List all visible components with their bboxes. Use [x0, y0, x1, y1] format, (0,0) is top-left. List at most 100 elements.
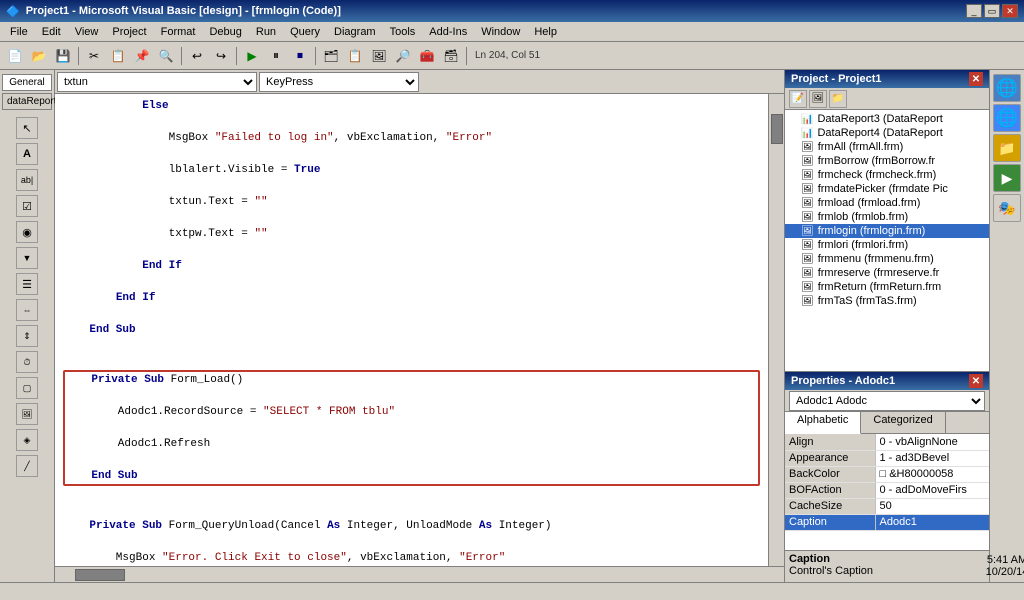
menu-run[interactable]: Run	[250, 25, 282, 39]
prop-value-caption[interactable]: Adodc1	[875, 514, 989, 530]
ie-icon[interactable]: 🌐	[993, 74, 1021, 102]
form-layout-button[interactable]: 🖼	[368, 45, 390, 67]
tool-timer[interactable]: ⏱	[16, 351, 38, 373]
prop-value-align[interactable]: 0 - vbAlignNone	[875, 434, 989, 450]
horizontal-scrollbar[interactable]	[55, 566, 784, 582]
object-dropdown[interactable]: txtun	[57, 72, 257, 92]
media-icon[interactable]: ▶	[993, 164, 1021, 192]
event-dropdown[interactable]: KeyPress	[259, 72, 419, 92]
menu-project[interactable]: Project	[106, 25, 152, 39]
tab-alphabetic[interactable]: Alphabetic	[785, 412, 861, 434]
menu-tools[interactable]: Tools	[384, 25, 422, 39]
sidebar-tab-general[interactable]: General	[2, 74, 52, 91]
copy-button[interactable]: 📋	[107, 45, 129, 67]
tree-item-frmmenu[interactable]: 🖼 frmmenu (frmmenu.frm)	[785, 252, 989, 266]
chrome-icon[interactable]: 🌐	[993, 104, 1021, 132]
code-editor[interactable]: Else MsgBox "Failed to log in", vbExclam…	[55, 94, 768, 566]
menu-query[interactable]: Query	[284, 25, 326, 39]
tool-label[interactable]: A	[16, 143, 38, 165]
redo-button[interactable]: ↪	[210, 45, 232, 67]
menu-help[interactable]: Help	[528, 25, 563, 39]
project-panel-close[interactable]: ✕	[969, 72, 983, 86]
properties-object-select[interactable]: Adodc1 Adodc	[789, 391, 985, 411]
tool-line[interactable]: ╱	[16, 455, 38, 477]
tool-image[interactable]: 🖼	[16, 403, 38, 425]
properties-button[interactable]: 📋	[344, 45, 366, 67]
cut-button[interactable]: ✂	[83, 45, 105, 67]
properties-panel-close[interactable]: ✕	[969, 374, 983, 388]
tool-combobox[interactable]: ▼	[16, 247, 38, 269]
menu-window[interactable]: Window	[475, 25, 526, 39]
minimize-button[interactable]: _	[966, 4, 982, 18]
view-object-button[interactable]: 🖼	[809, 90, 827, 108]
tool-checkbox[interactable]: ☑	[16, 195, 38, 217]
prop-value-cachesize[interactable]: 50	[875, 498, 989, 514]
toolbox-button[interactable]: 🧰	[416, 45, 438, 67]
tool-frame[interactable]: ▢	[16, 377, 38, 399]
data-view-button[interactable]: 🗃	[440, 45, 462, 67]
prop-row-bofaction[interactable]: BOFAction 0 - adDoMoveFirs	[785, 482, 989, 498]
tree-icon-frmtas: 🖼	[801, 296, 814, 307]
prop-value-appearance[interactable]: 1 - ad3DBevel	[875, 450, 989, 466]
open-button[interactable]: 📂	[28, 45, 50, 67]
tool-radio[interactable]: ◉	[16, 221, 38, 243]
tool-hscrollbar[interactable]: ⇔	[16, 299, 38, 321]
menu-view[interactable]: View	[69, 25, 105, 39]
tool-pointer[interactable]: ↖	[16, 117, 38, 139]
tree-item-frmtas[interactable]: 🖼 frmTaS (frmTaS.frm)	[785, 294, 989, 308]
folder-icon[interactable]: 📁	[993, 134, 1021, 162]
vb-icon[interactable]: 🎭	[993, 194, 1021, 222]
new-project-button[interactable]: 📄	[4, 45, 26, 67]
tree-item-frmreturn[interactable]: 🖼 frmReturn (frmReturn.frm	[785, 280, 989, 294]
sidebar-tab-datareport[interactable]: dataReport	[2, 93, 52, 110]
tree-icon-frmreserve: 🖼	[801, 268, 814, 279]
tree-item-frmlori[interactable]: 🖼 frmlori (frmlori.frm)	[785, 238, 989, 252]
view-code-button[interactable]: 📝	[789, 90, 807, 108]
tree-item-frmcheck[interactable]: 🖼 frmcheck (frmcheck.frm)	[785, 168, 989, 182]
menu-edit[interactable]: Edit	[36, 25, 67, 39]
close-button[interactable]: ✕	[1002, 4, 1018, 18]
menu-debug[interactable]: Debug	[203, 25, 247, 39]
window-controls[interactable]: _ ▭ ✕	[966, 4, 1018, 18]
tree-item-datareport3[interactable]: 📊 DataReport3 (DataReport	[785, 112, 989, 126]
tool-textbox[interactable]: ab|	[16, 169, 38, 191]
prop-row-cachesize[interactable]: CacheSize 50	[785, 498, 989, 514]
prop-row-caption[interactable]: Caption Adodc1	[785, 514, 989, 530]
object-browser-button[interactable]: 🔎	[392, 45, 414, 67]
prop-row-appearance[interactable]: Appearance 1 - ad3DBevel	[785, 450, 989, 466]
restore-button[interactable]: ▭	[984, 4, 1000, 18]
menu-diagram[interactable]: Diagram	[328, 25, 382, 39]
tool-shape[interactable]: ◈	[16, 429, 38, 451]
run-button[interactable]: ▶	[241, 45, 263, 67]
project-tree[interactable]: 📊 DataReport3 (DataReport 📊 DataReport4 …	[785, 110, 989, 371]
prop-row-backcolor[interactable]: BackColor □ &H80000058	[785, 466, 989, 482]
tree-item-frmload[interactable]: 🖼 frmload (frmload.frm)	[785, 196, 989, 210]
tool-vscrollbar[interactable]: ⇕	[16, 325, 38, 347]
tree-item-frmlogin[interactable]: 🖼 frmlogin (frmlogin.frm)	[785, 224, 989, 238]
tool-listbox[interactable]: ☰	[16, 273, 38, 295]
tree-item-frmall[interactable]: 🖼 frmAll (frmAll.frm)	[785, 140, 989, 154]
find-button[interactable]: 🔍	[155, 45, 177, 67]
pause-button[interactable]: ⏸	[265, 45, 287, 67]
prop-row-align[interactable]: Align 0 - vbAlignNone	[785, 434, 989, 450]
save-button[interactable]: 💾	[52, 45, 74, 67]
prop-value-bofaction[interactable]: 0 - adDoMoveFirs	[875, 482, 989, 498]
tree-item-frmreserve[interactable]: 🖼 frmreserve (frmreserve.fr	[785, 266, 989, 280]
tree-item-frmdatepicker[interactable]: 🖼 frmdatePicker (frmdate Pic	[785, 182, 989, 196]
toggle-folders-button[interactable]: 📁	[829, 90, 847, 108]
menu-format[interactable]: Format	[155, 25, 202, 39]
prop-value-backcolor[interactable]: □ &H80000058	[875, 466, 989, 482]
undo-button[interactable]: ↩	[186, 45, 208, 67]
tree-item-frmborrow[interactable]: 🖼 frmBorrow (frmBorrow.fr	[785, 154, 989, 168]
tree-item-frmlob[interactable]: 🖼 frmlob (frmlob.frm)	[785, 210, 989, 224]
menu-file[interactable]: File	[4, 25, 34, 39]
project-panel-label: Project - Project1	[791, 73, 881, 85]
tree-item-datareport4[interactable]: 📊 DataReport4 (DataReport	[785, 126, 989, 140]
tab-categorized[interactable]: Categorized	[861, 412, 945, 433]
paste-button[interactable]: 📌	[131, 45, 153, 67]
stop-button[interactable]: ⏹	[289, 45, 311, 67]
properties-panel-title: Properties - Adodc1 ✕	[785, 372, 989, 390]
vertical-scrollbar[interactable]	[768, 94, 784, 566]
menu-addins[interactable]: Add-Ins	[423, 25, 473, 39]
project-explorer-button[interactable]: 🗂	[320, 45, 342, 67]
